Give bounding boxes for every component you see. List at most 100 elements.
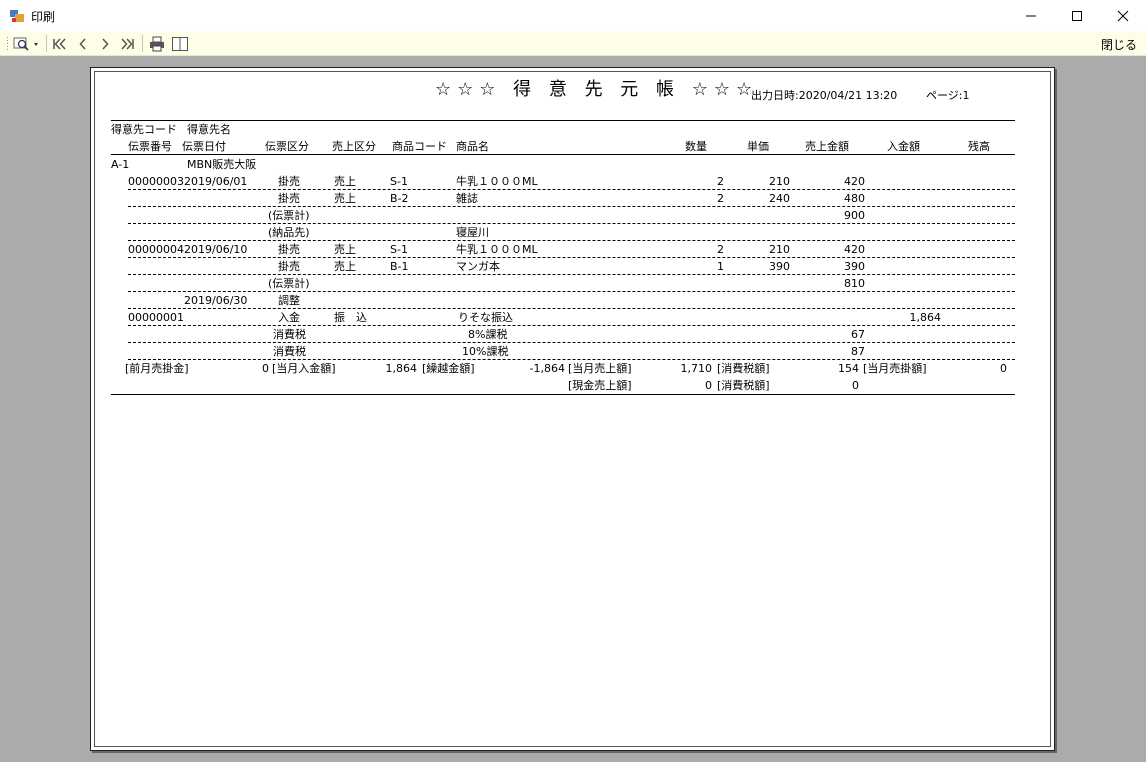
header-payment: 入金額 bbox=[887, 140, 920, 153]
row-separator bbox=[128, 342, 1015, 343]
header-customer-name: 得意先名 bbox=[187, 123, 231, 136]
header-balance: 残高 bbox=[968, 140, 990, 153]
slip-type: 掛売 bbox=[278, 175, 300, 188]
header-sales-amount: 売上金額 bbox=[805, 140, 849, 153]
report-title: ☆☆☆ 得 意 先 元 帳 ☆☆☆ bbox=[435, 79, 759, 100]
slip-number: 00000001 bbox=[128, 311, 184, 324]
sales-type: 売上 bbox=[334, 192, 356, 205]
summary-monthly-payment-value: 1,864 bbox=[385, 362, 418, 375]
report-bottom-rule bbox=[111, 394, 1015, 395]
slip-number: 00000004 bbox=[128, 243, 184, 256]
slip-number: 00000003 bbox=[128, 175, 184, 188]
minimize-icon bbox=[1026, 15, 1036, 16]
sales-amount: 87 bbox=[851, 345, 865, 358]
summary-prev-ar-value: 0 bbox=[262, 362, 269, 375]
product-name: 牛乳１０００ML bbox=[456, 243, 538, 256]
row-separator bbox=[128, 308, 1015, 309]
product-code: B-1 bbox=[390, 260, 409, 273]
first-page-button[interactable] bbox=[50, 35, 70, 52]
header-product-code: 商品コード bbox=[392, 140, 447, 153]
printer-icon bbox=[150, 36, 164, 51]
product-name: マンガ本 bbox=[456, 260, 500, 273]
summary-monthly-sales-value: 1,710 bbox=[680, 362, 713, 375]
sales-amount: 67 bbox=[851, 328, 865, 341]
header-customer-code: 得意先コード bbox=[111, 123, 177, 136]
close-preview-button[interactable]: 閉じる bbox=[1101, 36, 1137, 53]
sales-amount: 420 bbox=[844, 243, 865, 256]
report-page-border: ☆☆☆ 得 意 先 元 帳 ☆☆☆ 出力日時:2020/04/21 13:20 ペー… bbox=[94, 71, 1051, 747]
product-code: B-2 bbox=[390, 192, 409, 205]
row-separator bbox=[128, 274, 1015, 275]
slip-type: 掛売 bbox=[278, 243, 300, 256]
product-code: S-1 bbox=[390, 243, 408, 256]
two-page-icon bbox=[172, 36, 188, 51]
header-bottom-rule bbox=[111, 154, 1015, 155]
header-slip-type: 伝票区分 bbox=[265, 140, 309, 153]
summary-carryover-value: -1,864 bbox=[529, 362, 565, 375]
sales-type: 振 込 bbox=[334, 311, 367, 324]
summary-tax-value: 154 bbox=[838, 362, 859, 375]
product-name: 8%課税 bbox=[468, 328, 508, 341]
sales-type: 売上 bbox=[334, 260, 356, 273]
slip-type: (伝票計) bbox=[268, 277, 310, 290]
minimize-button[interactable] bbox=[1008, 0, 1054, 31]
next-page-button[interactable] bbox=[96, 35, 114, 52]
app-icon bbox=[10, 10, 24, 22]
sales-amount: 810 bbox=[844, 277, 865, 290]
previous-page-button[interactable] bbox=[74, 35, 92, 52]
product-name: 10%課税 bbox=[462, 345, 509, 358]
product-code: S-1 bbox=[390, 175, 408, 188]
toolbar-separator bbox=[142, 35, 143, 52]
close-window-button[interactable] bbox=[1100, 0, 1146, 31]
summary-monthly-ar-value: 0 bbox=[1000, 362, 1007, 375]
slip-type: 調整 bbox=[278, 294, 300, 307]
row-separator bbox=[128, 291, 1015, 292]
window-title: 印刷 bbox=[31, 10, 56, 24]
window-titlebar: 印刷 bbox=[0, 0, 1146, 31]
slip-type: 消費税 bbox=[273, 328, 306, 341]
row-separator bbox=[128, 189, 1015, 190]
row-separator bbox=[128, 359, 1015, 360]
page-number: ページ:1 bbox=[926, 89, 970, 102]
slip-type: 消費税 bbox=[273, 345, 306, 358]
slip-type: 入金 bbox=[278, 311, 300, 324]
zoom-icon bbox=[13, 37, 38, 51]
product-name: 雑誌 bbox=[456, 192, 478, 205]
first-page-icon bbox=[53, 37, 66, 50]
print-button[interactable] bbox=[147, 35, 167, 52]
slip-type: (伝票計) bbox=[268, 209, 310, 222]
sales-type: 売上 bbox=[334, 175, 356, 188]
toolbar-separator bbox=[46, 35, 47, 52]
sales-amount: 480 bbox=[844, 192, 865, 205]
zoom-dropdown-button[interactable] bbox=[12, 35, 42, 52]
product-name: 寝屋川 bbox=[456, 226, 489, 239]
preview-viewport[interactable]: ☆☆☆ 得 意 先 元 帳 ☆☆☆ 出力日時:2020/04/21 13:20 ペー… bbox=[0, 56, 1146, 762]
header-product-name: 商品名 bbox=[456, 140, 489, 153]
header-quantity: 数量 bbox=[685, 140, 707, 153]
customer-code: A-1 bbox=[111, 158, 130, 171]
close-icon bbox=[1117, 10, 1129, 21]
maximize-button[interactable] bbox=[1054, 0, 1100, 31]
row-separator bbox=[128, 257, 1015, 258]
report-page: ☆☆☆ 得 意 先 元 帳 ☆☆☆ 出力日時:2020/04/21 13:20 ペー… bbox=[90, 67, 1055, 751]
report-body: ☆☆☆ 得 意 先 元 帳 ☆☆☆ 出力日時:2020/04/21 13:20 ペー… bbox=[95, 72, 1050, 746]
last-page-button[interactable] bbox=[117, 35, 137, 52]
row-separator bbox=[128, 240, 1015, 241]
slip-type: 掛売 bbox=[278, 192, 300, 205]
slip-type: 掛売 bbox=[278, 260, 300, 273]
product-name: 牛乳１０００ML bbox=[456, 175, 538, 188]
slip-date: 2019/06/10 bbox=[184, 243, 248, 256]
sales-type: 売上 bbox=[334, 243, 356, 256]
chevron-right-icon bbox=[102, 37, 109, 50]
sales-amount: 390 bbox=[844, 260, 865, 273]
sales-amount: 420 bbox=[844, 175, 865, 188]
header-top-rule bbox=[111, 120, 1015, 121]
page-layout-button[interactable] bbox=[170, 35, 190, 52]
header-slip-date: 伝票日付 bbox=[182, 140, 226, 153]
chevron-left-icon bbox=[79, 37, 86, 50]
row-separator bbox=[128, 206, 1015, 207]
summary-cash-sales-value: 0 bbox=[705, 379, 712, 392]
sales-amount: 900 bbox=[844, 209, 865, 222]
slip-date: 2019/06/01 bbox=[184, 175, 248, 188]
summary-cash-tax-value: 0 bbox=[852, 379, 859, 392]
